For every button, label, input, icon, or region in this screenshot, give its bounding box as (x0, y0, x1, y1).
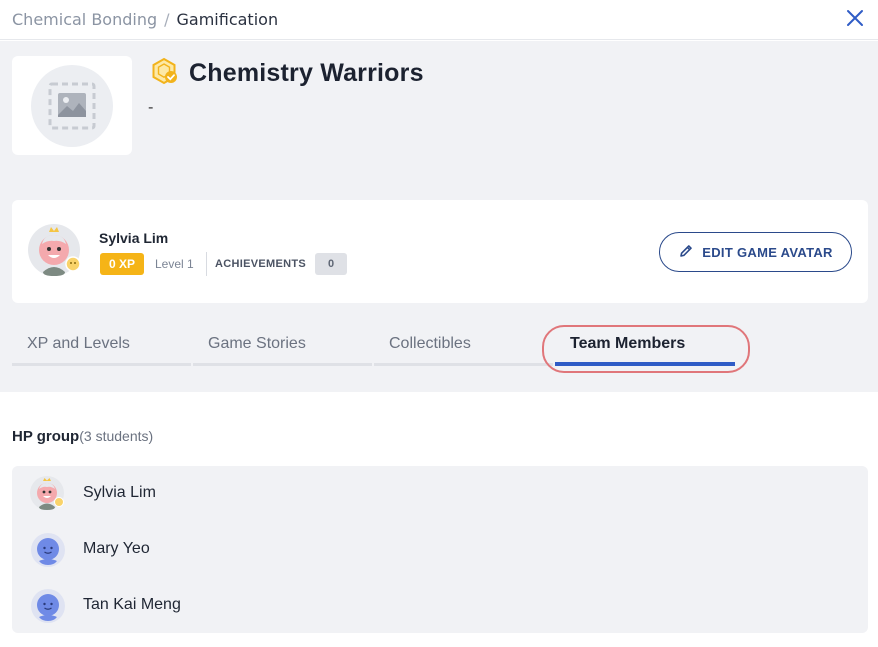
header-bar: Chemical Bonding / Gamification (0, 0, 878, 40)
xp-badge: 0 XP (100, 253, 144, 275)
group-name: HP group (12, 428, 80, 445)
profile-name: Sylvia Lim (99, 230, 169, 246)
avatar (30, 588, 66, 624)
game-title: Chemistry Warriors (189, 58, 424, 87)
avatar (30, 532, 66, 568)
group-count: (3 students) (79, 428, 154, 444)
game-thumbnail (12, 56, 132, 155)
tab-label: XP and Levels (27, 335, 130, 352)
list-item: Sylvia Lim (12, 466, 868, 522)
breadcrumb-current: Gamification (176, 10, 279, 29)
image-placeholder-icon (31, 65, 113, 147)
divider (206, 252, 207, 276)
tab-underline (193, 363, 372, 366)
game-badge-icon (150, 57, 178, 89)
edit-game-avatar-label: EDIT GAME AVATAR (702, 244, 833, 260)
level-label: Level 1 (155, 257, 194, 271)
list-item: Mary Yeo (12, 522, 868, 578)
tab-label: Collectibles (389, 335, 471, 352)
member-name: Tan Kai Meng (83, 596, 181, 613)
profile-card: Sylvia Lim 0 XP Level 1 ACHIEVEMENTS 0 E… (12, 200, 868, 303)
tab-collectibles[interactable]: Collectibles (374, 328, 553, 366)
edit-game-avatar-button[interactable]: EDIT GAME AVATAR (659, 232, 852, 272)
tab-underline (555, 362, 735, 366)
list-item: Tan Kai Meng (12, 578, 868, 634)
tab-game-stories[interactable]: Game Stories (193, 328, 372, 366)
tab-underline (12, 363, 191, 366)
game-description: - (148, 98, 154, 116)
achievements-label: ACHIEVEMENTS (215, 258, 306, 270)
avatar (30, 476, 66, 512)
tab-xp-and-levels[interactable]: XP and Levels (12, 328, 191, 366)
member-list: Sylvia Lim Mary Yeo Tan Kai Meng (12, 466, 868, 633)
member-name: Sylvia Lim (83, 484, 156, 501)
avatar (28, 224, 84, 280)
tab-label: Game Stories (208, 335, 306, 352)
achievements-count: 0 (315, 253, 347, 275)
game-title-row: Chemistry Warriors (150, 57, 424, 89)
breadcrumb-parent[interactable]: Chemical Bonding (12, 10, 157, 29)
pencil-icon (678, 243, 694, 262)
member-name: Mary Yeo (83, 540, 150, 557)
close-icon[interactable] (844, 7, 866, 29)
tab-bar: XP and Levels Game Stories Collectibles … (12, 328, 868, 366)
tab-team-members[interactable]: Team Members (555, 328, 735, 366)
group-heading: HP group(3 students) (12, 428, 153, 445)
tab-underline (374, 363, 553, 366)
breadcrumb-separator: / (164, 10, 170, 29)
tab-label: Team Members (570, 335, 686, 352)
